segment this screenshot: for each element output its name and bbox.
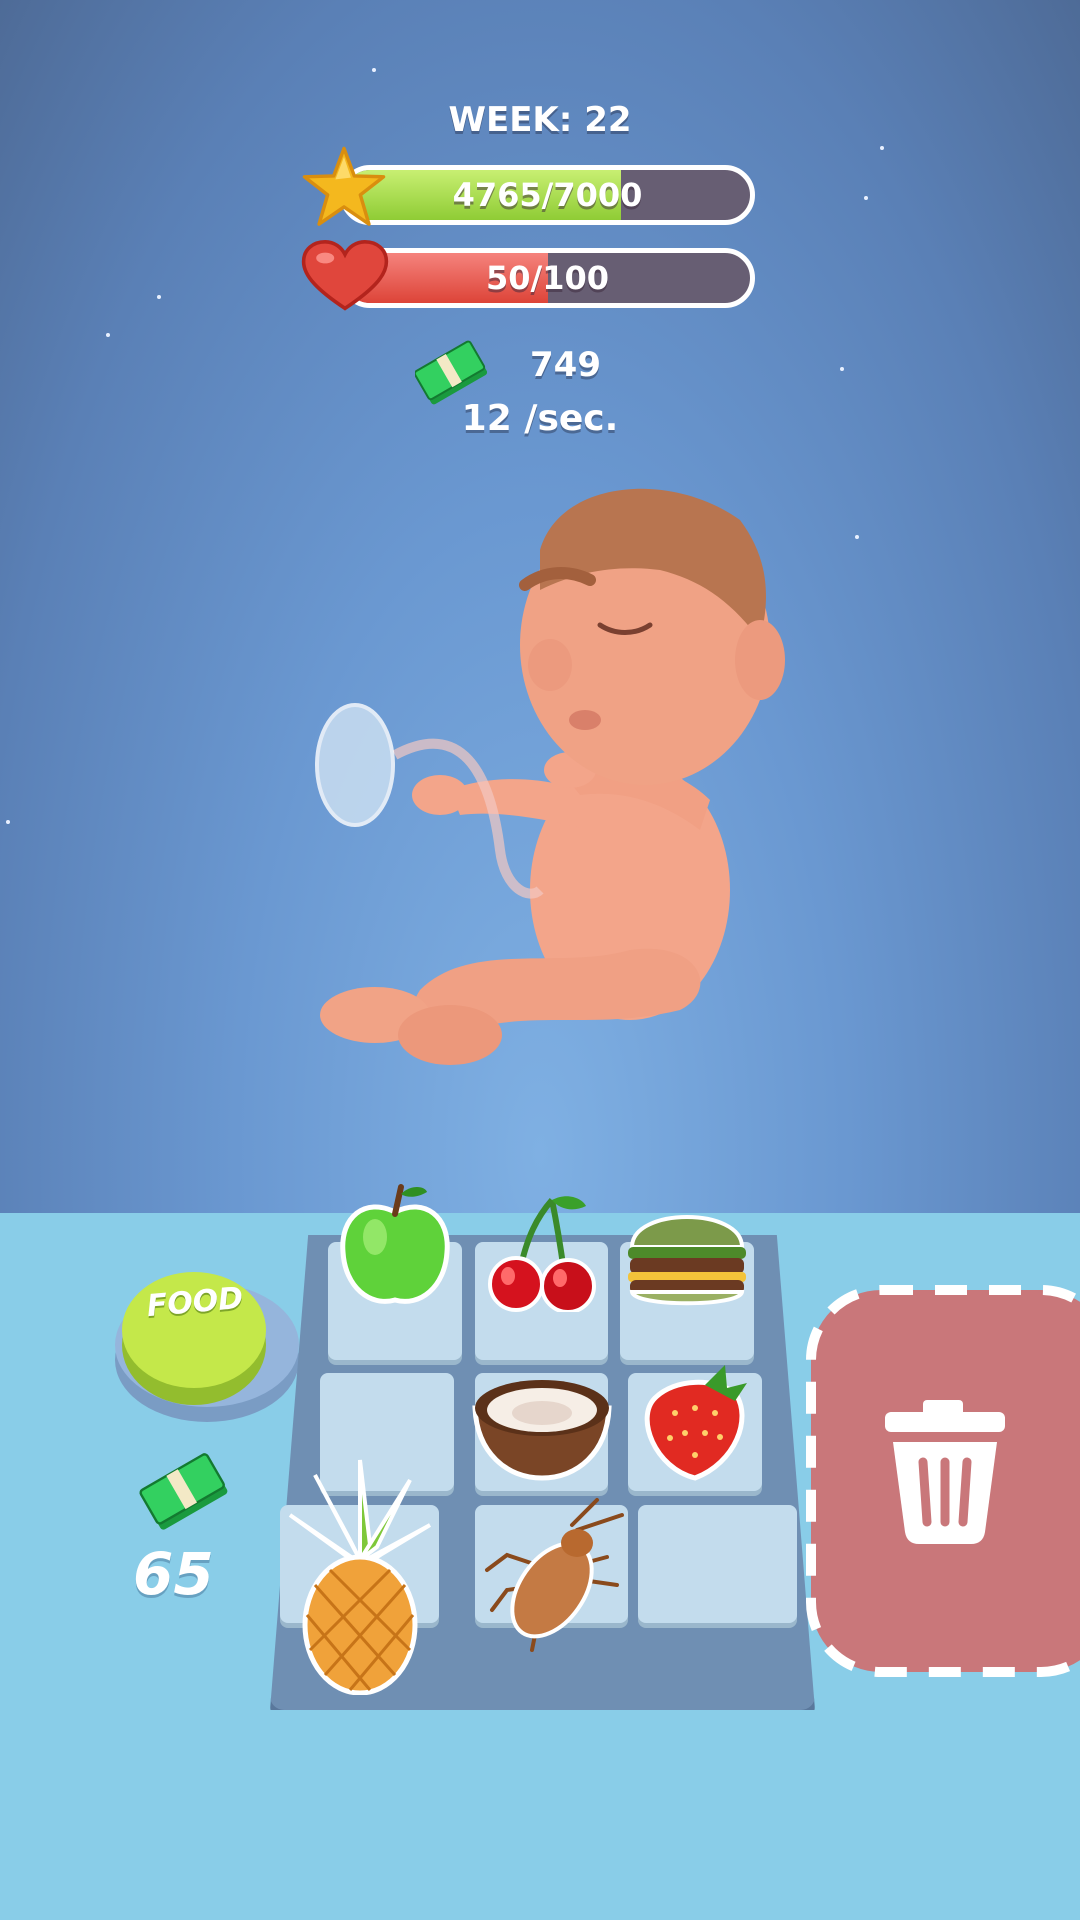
xp-bar-label: 4765/7000 bbox=[452, 176, 643, 214]
income-rate: 12 /sec. bbox=[461, 398, 619, 439]
trash-drop-zone[interactable] bbox=[803, 1282, 1080, 1682]
sky-star bbox=[864, 196, 868, 200]
xp-progress-bar: 4765/7000 bbox=[340, 165, 755, 225]
cherries-icon[interactable] bbox=[482, 1192, 602, 1316]
burger-icon[interactable] bbox=[622, 1192, 752, 1316]
sky-star bbox=[372, 68, 376, 72]
apple-icon[interactable] bbox=[335, 1182, 455, 1316]
pineapple-icon[interactable] bbox=[285, 1455, 435, 1699]
health-bar-label: 50/100 bbox=[485, 259, 609, 297]
strawberry-icon[interactable] bbox=[635, 1363, 755, 1487]
coconut-icon[interactable] bbox=[467, 1373, 617, 1487]
sky-star bbox=[6, 820, 10, 824]
week-counter: WEEK: 22 bbox=[448, 100, 632, 140]
grid-cell[interactable] bbox=[638, 1505, 797, 1623]
sky-star bbox=[157, 295, 161, 299]
sky-star bbox=[840, 367, 844, 371]
sky-star bbox=[880, 146, 884, 150]
food-button[interactable] bbox=[112, 1245, 302, 1425]
baby-character[interactable] bbox=[300, 470, 790, 1080]
health-bar: 50/100 bbox=[340, 248, 755, 308]
cockroach-icon[interactable] bbox=[477, 1495, 627, 1659]
sky-star bbox=[106, 333, 110, 337]
money-amount: 749 bbox=[530, 345, 601, 385]
heart-icon bbox=[301, 240, 389, 311]
cash-icon bbox=[139, 1453, 228, 1530]
star-icon bbox=[302, 146, 386, 226]
food-price: 65 bbox=[133, 1540, 214, 1608]
sky-star bbox=[855, 535, 859, 539]
